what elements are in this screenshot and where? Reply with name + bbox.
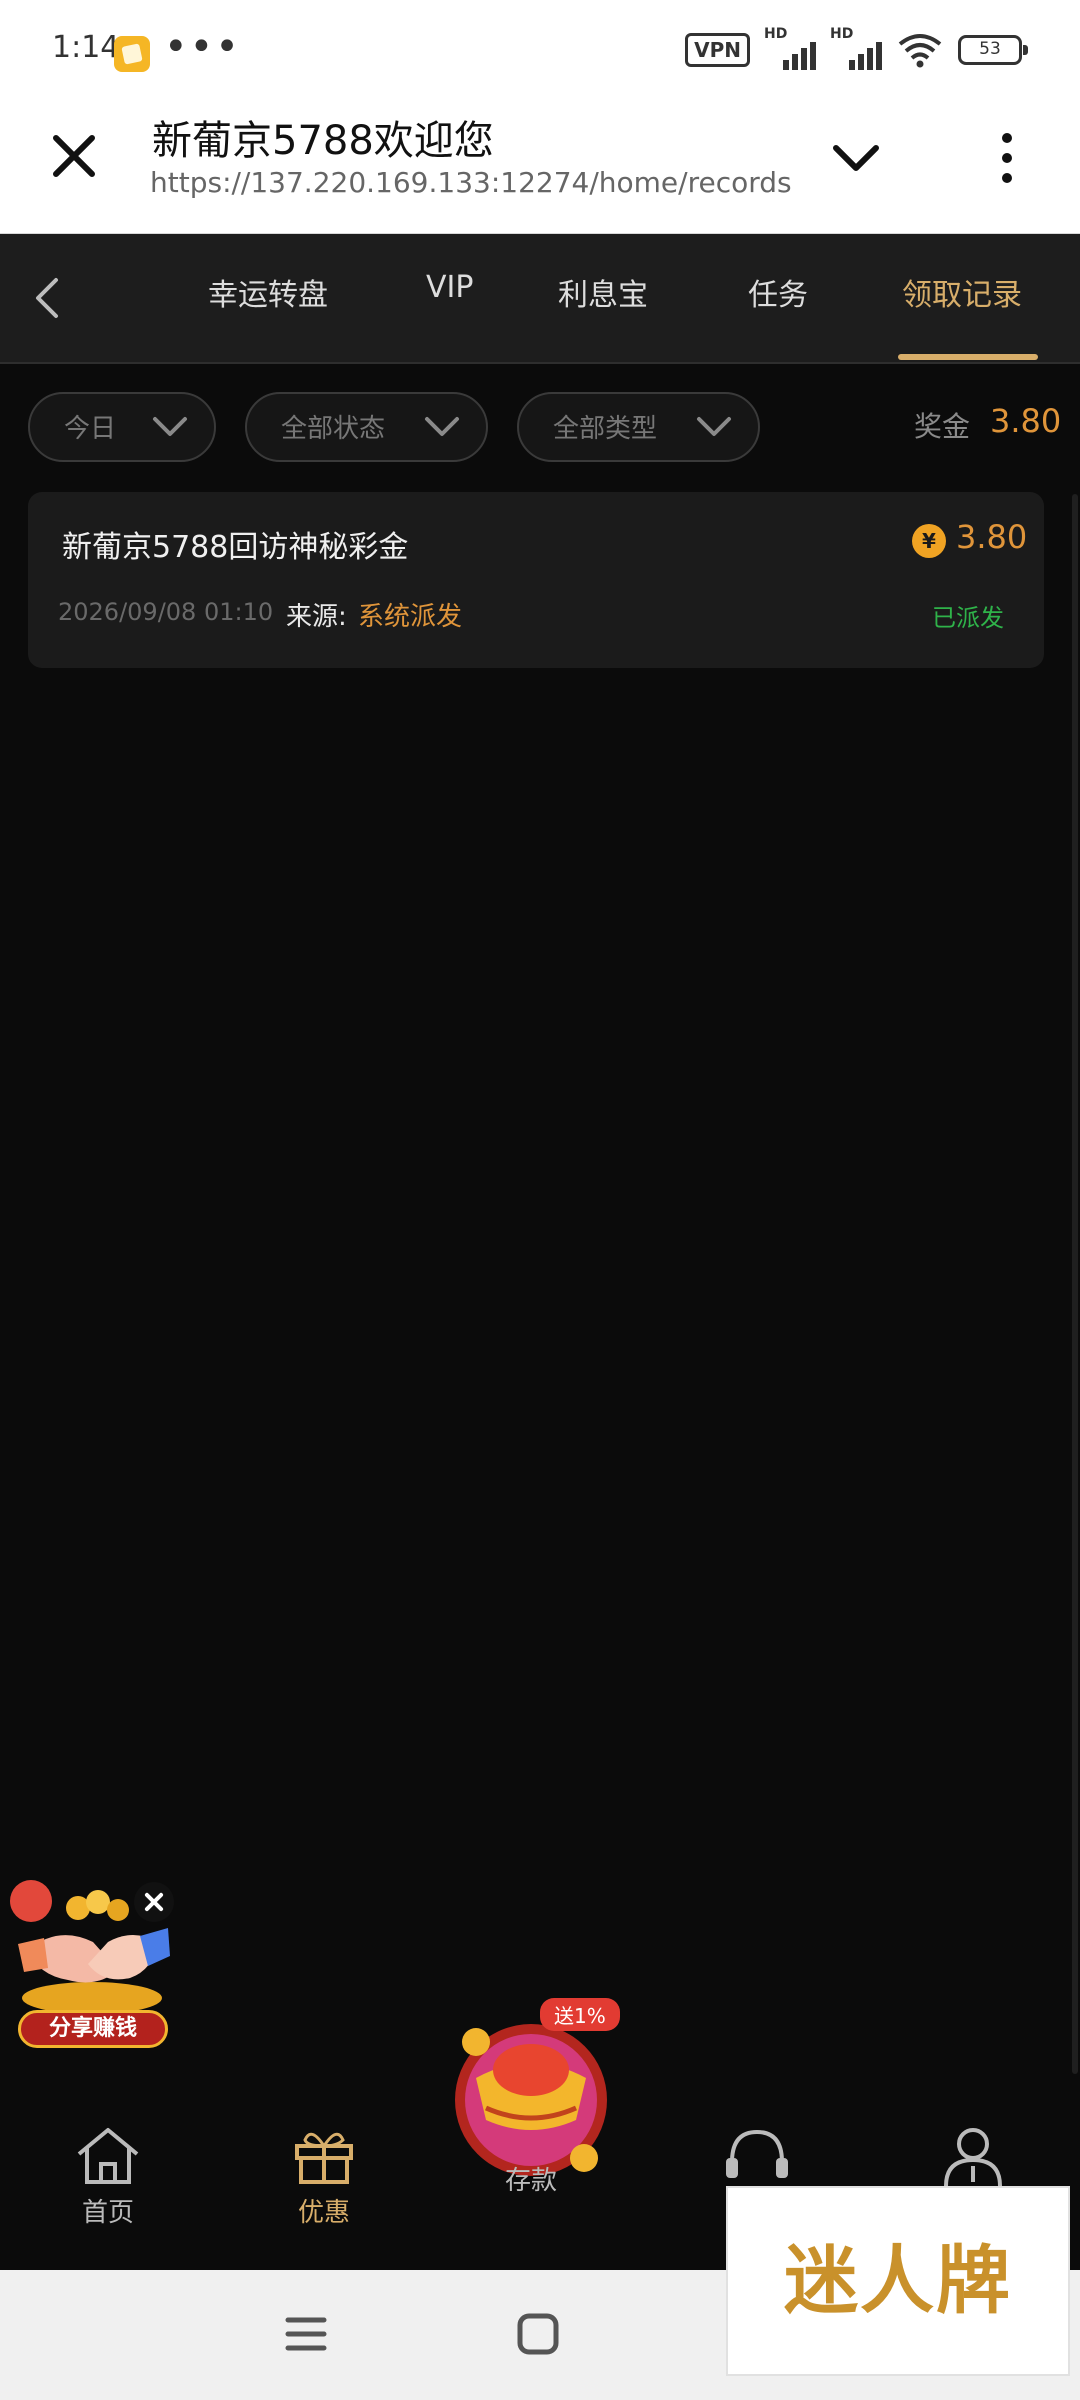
vpn-icon: VPN	[685, 33, 750, 67]
scrollbar[interactable]	[1072, 494, 1078, 2074]
type-filter-dropdown[interactable]: 全部类型	[517, 392, 760, 462]
more-notifications-icon: •••	[164, 24, 241, 70]
record-source-value: 系统派发	[358, 602, 463, 632]
page-title: 新葡京5788欢迎您	[152, 118, 494, 164]
battery-icon: 53	[958, 35, 1028, 65]
notification-app-icon	[114, 36, 150, 72]
chevron-down-icon	[153, 417, 187, 436]
home-icon	[77, 2128, 139, 2184]
tab-lucky-wheel[interactable]: 幸运转盘	[208, 270, 328, 314]
signal-icon-2: HD	[830, 26, 882, 70]
status-filter-label: 全部状态	[281, 414, 386, 444]
record-source-label: 来源:	[286, 602, 347, 632]
chevron-down-icon	[425, 417, 459, 436]
date-filter-label: 今日	[64, 414, 117, 444]
status-filter-dropdown[interactable]: 全部状态	[245, 392, 488, 462]
bonus-total-label: 奖金	[914, 410, 971, 443]
chevron-down-icon	[697, 417, 731, 436]
customer-service-icon[interactable]	[722, 2126, 792, 2186]
close-icon[interactable]	[134, 1882, 174, 1922]
profile-icon[interactable]	[938, 2126, 1008, 2186]
close-icon[interactable]	[48, 130, 100, 182]
nav-home-label: 首页	[81, 2198, 134, 2228]
record-datetime: 2026/09/08 01:10	[58, 598, 274, 626]
record-card[interactable]: 新葡京5788回访神秘彩金 ¥ 3.80 2026/09/08 01:10 来源…	[28, 492, 1044, 668]
watermark-text: 迷人牌	[784, 2238, 1012, 2324]
status-bar: 1:14 ••• VPN HD HD 53	[0, 0, 1080, 100]
share-earn-label: 分享赚钱	[48, 2016, 137, 2041]
record-status: 已派发	[932, 604, 1004, 632]
gold-ingot-icon	[455, 2024, 607, 2176]
home-button-icon[interactable]	[516, 2312, 560, 2356]
url-text[interactable]: https://137.220.169.133:12274/home/recor…	[150, 166, 792, 199]
bonus-total-value: 3.80	[990, 402, 1062, 440]
tab-claim-records[interactable]: 领取记录	[902, 270, 1022, 314]
signal-icon: HD	[764, 26, 816, 70]
more-options-icon[interactable]	[990, 130, 1024, 186]
deposit-bonus-tag: 送1%	[540, 1998, 620, 2031]
record-amount: 3.80	[956, 518, 1028, 556]
tab-vip[interactable]: VIP	[426, 270, 473, 305]
wifi-icon	[898, 34, 942, 68]
record-title: 新葡京5788回访神秘彩金	[62, 530, 409, 565]
share-earn-widget[interactable]: 分享赚钱	[8, 1880, 178, 2055]
type-filter-label: 全部类型	[553, 414, 658, 444]
date-filter-dropdown[interactable]: 今日	[28, 392, 216, 462]
share-earn-badge: 分享赚钱	[18, 2010, 168, 2048]
status-icons: VPN HD HD 53	[685, 26, 1028, 70]
battery-level: 53	[979, 39, 1001, 59]
menu-icon[interactable]	[284, 2314, 328, 2354]
nav-deposit[interactable]: 存款	[446, 2008, 616, 2197]
nav-promotions-label: 优惠	[297, 2198, 350, 2228]
status-time: 1:14	[52, 30, 120, 65]
tab-tasks[interactable]: 任务	[748, 270, 808, 314]
nav-home[interactable]: 首页	[48, 2124, 168, 2229]
coin-icon: ¥	[912, 524, 946, 558]
nav-promotions[interactable]: 优惠	[264, 2124, 384, 2229]
watermark-logo: 迷人牌	[726, 2186, 1070, 2376]
hd-label: HD	[764, 26, 788, 42]
back-arrow-icon[interactable]	[30, 274, 66, 322]
tab-interest[interactable]: 利息宝	[558, 270, 648, 314]
gift-icon	[295, 2132, 353, 2184]
tab-bar: 幸运转盘 VIP 利息宝 任务 领取记录	[0, 234, 1080, 364]
hd-label-2: HD	[830, 26, 854, 42]
chevron-down-icon[interactable]	[832, 140, 880, 176]
active-tab-indicator	[898, 354, 1038, 360]
browser-header: 新葡京5788欢迎您 https://137.220.169.133:12274…	[0, 100, 1080, 234]
